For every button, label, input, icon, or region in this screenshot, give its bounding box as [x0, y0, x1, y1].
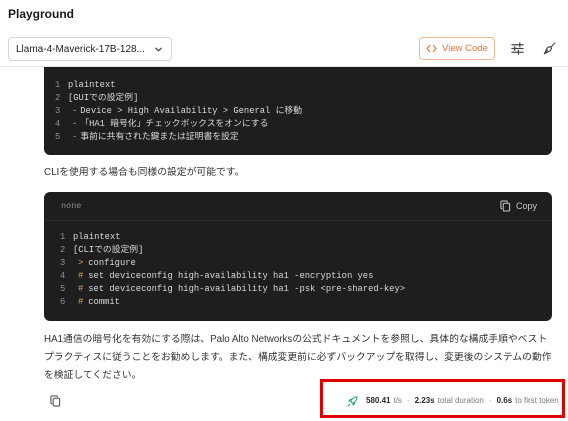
- line-number: 4: [60, 271, 66, 281]
- total-duration-value: 2.23s: [414, 396, 435, 405]
- code-line: 3 - Device > High Availability > General…: [55, 105, 552, 118]
- sliders-icon: [511, 42, 524, 55]
- code-block-header: none Copy: [44, 192, 552, 221]
- total-duration-label: total duration: [437, 396, 484, 405]
- throughput-value: 580.41: [366, 396, 391, 405]
- copy-code-button[interactable]: Copy: [500, 200, 537, 212]
- code-line: 4 - 「HA1 暗号化」チェックボックスをオンにする: [55, 118, 552, 131]
- generation-stats: 580.41 t/s · 2.23s total duration · 0.6s…: [347, 395, 559, 407]
- code-language-label: none: [61, 201, 82, 211]
- model-select[interactable]: Llama-4-Maverick-17B-128...: [8, 37, 172, 61]
- throughput-unit: t/s: [393, 396, 402, 405]
- code-text: set deviceconfig high-availability ha1 -…: [88, 284, 406, 294]
- code-marker: #: [78, 271, 84, 281]
- code-text: Device > High Availability > General に移動: [80, 106, 302, 116]
- line-number: 6: [60, 297, 66, 307]
- line-number: 4: [55, 119, 61, 129]
- line-number: 1: [55, 80, 61, 90]
- code-text: [GUIでの設定例]: [68, 93, 139, 103]
- parameters-button[interactable]: [510, 41, 525, 56]
- copy-message-button[interactable]: [49, 394, 62, 408]
- code-text: configure: [88, 258, 136, 268]
- code-line: 2 [GUIでの設定例]: [55, 92, 552, 105]
- model-select-value: Llama-4-Maverick-17B-128...: [16, 43, 145, 55]
- code-line: 5 - 事前に共有された鍵または証明書を設定: [55, 131, 552, 144]
- code-text: 事前に共有された鍵または証明書を設定: [80, 132, 239, 142]
- code-line: 1 plaintext: [60, 231, 552, 244]
- code-text: plaintext: [73, 232, 121, 242]
- code-icon: [426, 44, 437, 53]
- stats-separator: ·: [488, 396, 492, 405]
- code-marker: #: [78, 297, 84, 307]
- code-block-body: 1 plaintext 2 [CLIでの設定例] 3 > configure 4…: [44, 221, 552, 309]
- broom-icon: [543, 42, 556, 55]
- view-code-label: View Code: [442, 43, 488, 54]
- code-text: set deviceconfig high-availability ha1 -…: [88, 271, 374, 281]
- code-text: [CLIでの設定例]: [73, 245, 144, 255]
- copy-code-label: Copy: [515, 201, 537, 211]
- message-paragraph: HA1通信の暗号化を有効にする際は、Palo Alto Networksの公式ド…: [44, 334, 552, 381]
- code-line: 5 # set deviceconfig high-availability h…: [60, 283, 552, 296]
- page-title: Playground: [8, 7, 75, 21]
- code-marker: #: [78, 284, 84, 294]
- code-line: 3 > configure: [60, 257, 552, 270]
- copy-icon: [50, 395, 61, 407]
- code-marker: -: [72, 119, 78, 129]
- code-marker: -: [72, 106, 78, 116]
- view-code-button[interactable]: View Code: [419, 37, 495, 60]
- first-token-value: 0.6s: [496, 396, 513, 405]
- code-line: 2 [CLIでの設定例]: [60, 244, 552, 257]
- copy-icon: [500, 200, 511, 212]
- line-number: 2: [55, 93, 61, 103]
- code-line: 4 # set deviceconfig high-availability h…: [60, 270, 552, 283]
- line-number: 5: [55, 132, 61, 142]
- line-number: 2: [60, 245, 66, 255]
- clear-chat-button[interactable]: [542, 41, 557, 56]
- code-line: 1 plaintext: [55, 79, 552, 92]
- line-number: 5: [60, 284, 66, 294]
- code-marker: >: [78, 258, 84, 268]
- message-paragraph: CLIを使用する場合も同様の設定が可能です。: [44, 167, 245, 178]
- code-marker: -: [72, 132, 78, 142]
- stats-separator: ·: [406, 396, 410, 405]
- line-number: 3: [55, 106, 61, 116]
- code-block: none Copy 1 plaintext 2 [CLIでの設定例] 3 > c…: [44, 192, 552, 321]
- code-text: plaintext: [68, 80, 116, 90]
- code-text: 「HA1 暗号化」チェックボックスをオンにする: [80, 119, 269, 129]
- code-text: commit: [88, 297, 120, 307]
- first-token-label: to first token: [515, 396, 559, 405]
- code-block: 1 plaintext 2 [GUIでの設定例] 3 - Device > Hi…: [44, 67, 552, 155]
- chevron-down-icon: [154, 45, 163, 54]
- rocket-icon: [347, 395, 358, 407]
- line-number: 3: [60, 258, 66, 268]
- line-number: 1: [60, 232, 66, 242]
- code-line: 6 # commit: [60, 296, 552, 309]
